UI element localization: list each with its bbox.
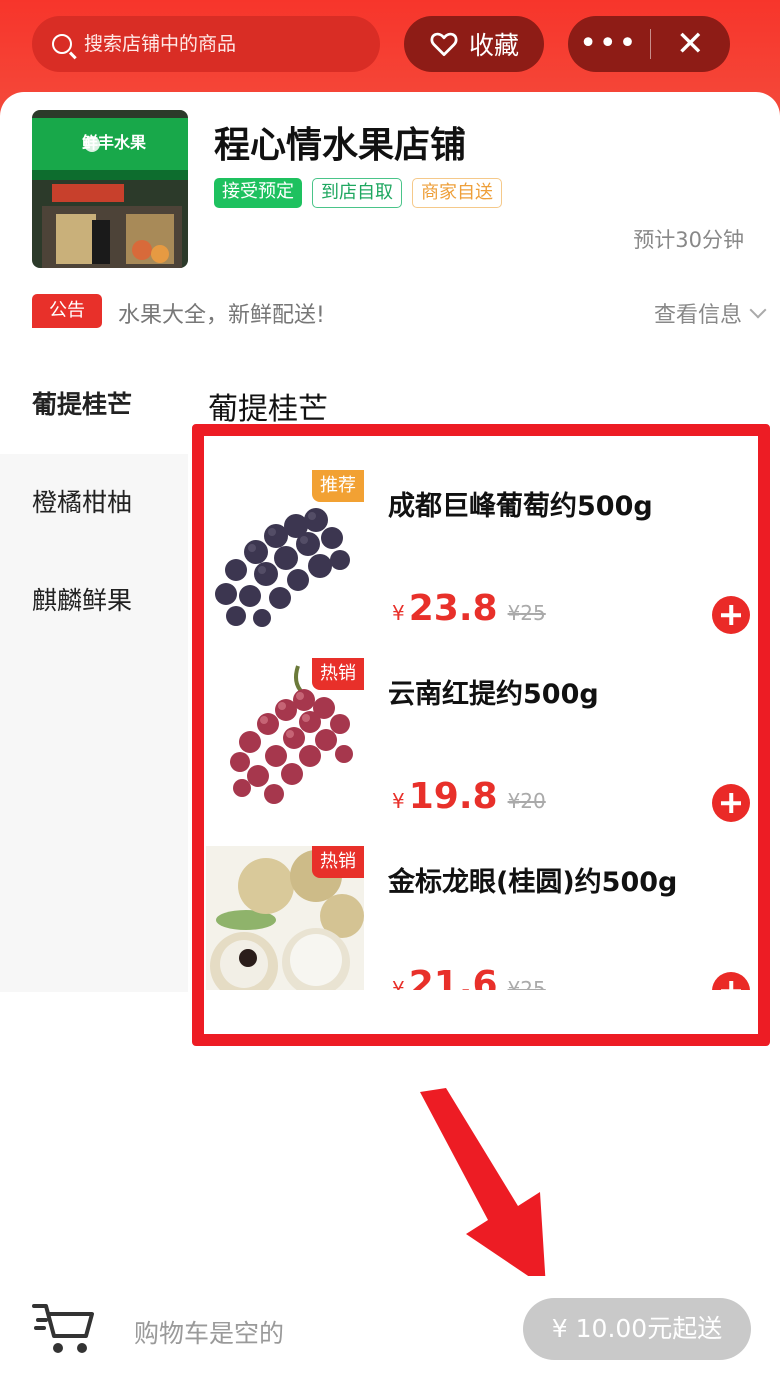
product-price: 23.8 [408, 588, 498, 629]
shop-name: 程心情水果店铺 [214, 125, 467, 166]
cart-bar: 购物车是空的 ¥ 10.00元起送 [0, 1276, 780, 1385]
product-list: 推荐 成都巨峰葡萄约500g ¥ 23.8 ¥25 热销 云南红提约500g ¥… [206, 440, 758, 990]
price-row: ¥ 19.8 ¥20 [392, 776, 546, 817]
shop-storefront-image: 鲜丰水果 [32, 110, 188, 268]
category-item-kirin[interactable]: 麒麟鲜果 [0, 552, 188, 650]
heart-icon [430, 32, 458, 56]
add-to-cart-button[interactable] [712, 972, 750, 990]
original-price: ¥25 [507, 601, 546, 625]
product-price: 21.6 [408, 964, 498, 990]
list-item[interactable]: 热销 云南红提约500g ¥ 19.8 ¥20 [206, 638, 758, 826]
more-icon[interactable]: ••• [568, 16, 650, 72]
product-badge: 热销 [312, 658, 364, 690]
tag-preorder: 接受预定 [214, 178, 302, 208]
min-order-button[interactable]: ¥ 10.00元起送 [523, 1298, 751, 1360]
red-grape-icon: 热销 [206, 658, 364, 816]
notice-badge: 公告 [32, 294, 102, 328]
original-price: ¥20 [507, 789, 546, 813]
currency-symbol: ¥ [392, 977, 405, 990]
product-badge: 推荐 [312, 470, 364, 502]
search-input[interactable] [84, 33, 344, 55]
category-item-citrus[interactable]: 橙橘柑柚 [0, 454, 188, 552]
currency-symbol: ¥ [392, 789, 405, 813]
favorite-label: 收藏 [468, 31, 519, 60]
longan-icon: 热销 [206, 846, 364, 990]
view-info-label: 查看信息 [653, 303, 742, 328]
product-name: 金标龙眼(桂圆)约500g [388, 867, 678, 898]
product-price: 19.8 [408, 776, 498, 817]
delivery-eta: 预计30分钟 [633, 228, 744, 252]
category-item-grapes[interactable]: 葡提桂芒 [0, 356, 188, 454]
cart-icon[interactable] [32, 1298, 96, 1356]
original-price: ¥25 [507, 977, 546, 990]
product-name: 成都巨峰葡萄约500g [388, 491, 653, 522]
section-title: 葡提桂芒 [208, 392, 328, 427]
search-bar[interactable] [32, 16, 380, 72]
list-item[interactable]: 推荐 成都巨峰葡萄约500g ¥ 23.8 ¥25 [206, 450, 758, 638]
add-to-cart-button[interactable] [712, 596, 750, 634]
tag-pickup: 到店自取 [312, 178, 402, 208]
close-icon[interactable]: ✕ [651, 16, 731, 72]
notice-text: 水果大全，新鲜配送! [118, 303, 325, 328]
service-tags: 接受预定 到店自取 商家自送 [214, 178, 502, 208]
product-badge: 热销 [312, 846, 364, 878]
favorite-button[interactable]: 收藏 [404, 16, 544, 72]
cart-empty-text: 购物车是空的 [134, 1319, 285, 1348]
tag-delivery: 商家自送 [412, 178, 502, 208]
product-name: 云南红提约500g [388, 679, 599, 710]
menu-capsule: ••• ✕ [568, 16, 730, 72]
dark-grape-icon: 推荐 [206, 470, 364, 628]
list-item[interactable]: 热销 金标龙眼(桂圆)约500g ¥ 21.6 ¥25 [206, 826, 758, 990]
price-row: ¥ 23.8 ¥25 [392, 588, 546, 629]
category-sidebar: 葡提桂芒 橙橘柑柚 麒麟鲜果 [0, 356, 188, 992]
add-to-cart-button[interactable] [712, 784, 750, 822]
view-info-link[interactable]: 查看信息 [653, 297, 767, 329]
search-icon [52, 34, 72, 54]
chevron-down-icon [749, 301, 767, 319]
currency-symbol: ¥ [392, 601, 405, 625]
price-row: ¥ 21.6 ¥25 [392, 964, 546, 990]
